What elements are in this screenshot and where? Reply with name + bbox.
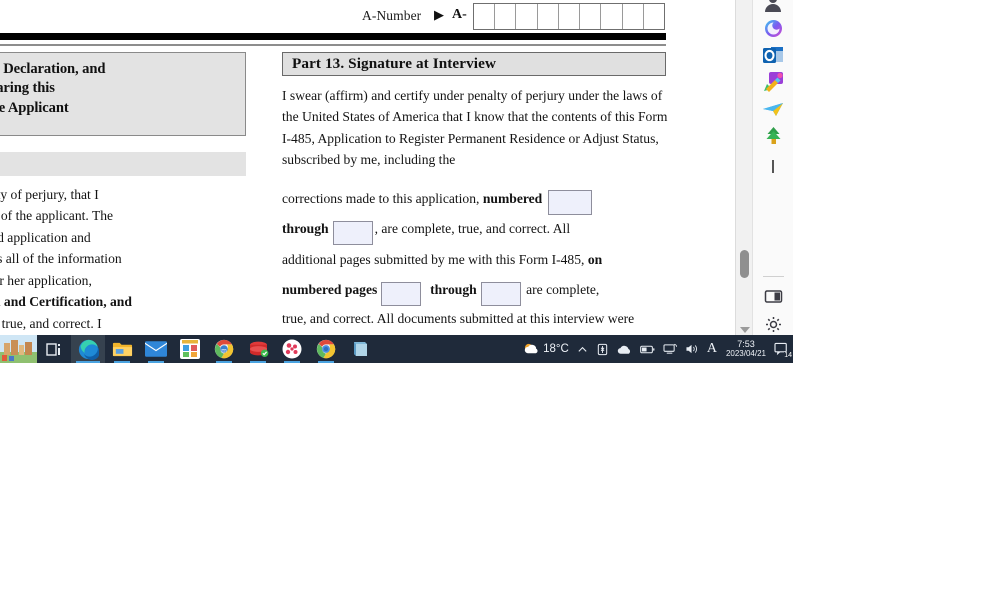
mail-icon[interactable] <box>139 335 173 363</box>
molecule-icon[interactable] <box>275 335 309 363</box>
a-number-cell[interactable] <box>644 4 664 29</box>
field-pages-to[interactable] <box>480 281 521 306</box>
gear-icon[interactable] <box>760 311 787 338</box>
a-number-cell[interactable] <box>516 4 538 29</box>
temperature-text: 18°C <box>543 343 569 355</box>
seg-are-complete: are complete, <box>526 281 600 297</box>
tree-icon[interactable] <box>760 123 787 150</box>
clock-widget[interactable]: 7:53 2023/04/21 <box>721 335 771 363</box>
chrome-m-icon[interactable]: m <box>207 335 241 363</box>
left-subheading: cation <box>0 152 246 176</box>
notification-count: 14 <box>784 352 792 359</box>
a-number-cell[interactable] <box>601 4 623 29</box>
taskbar-apps: m <box>0 335 377 363</box>
windows-taskbar: m 18°C A 7:53 2023/04/21 14 <box>0 335 793 363</box>
right-column: Part 13. Signature at Interview I swear … <box>282 52 670 335</box>
show-hidden-icons-chevron[interactable] <box>573 335 592 363</box>
edge-sidebar <box>752 0 793 335</box>
seg-additional: additional pages submitted by me with th… <box>282 251 588 267</box>
browser-window: A-Number ▶ A- Information, Declaration, … <box>0 0 793 363</box>
red-db-icon[interactable] <box>241 335 275 363</box>
pdf-document-viewport[interactable]: A-Number ▶ A- Information, Declaration, … <box>0 0 735 335</box>
photo-thumbnail[interactable] <box>0 335 37 363</box>
part-13-title: Part 13. Signature at Interview <box>292 55 497 72</box>
left-body-line: nitted with, his or her application, <box>0 272 92 288</box>
store-icon[interactable] <box>173 335 207 363</box>
paper-plane-icon[interactable] <box>760 96 787 123</box>
seg-through-2: through <box>430 281 477 297</box>
triangle-icon: ▶ <box>434 7 444 22</box>
left-heading-line-3: ther Than the Applicant <box>0 99 69 116</box>
system-tray: 18°C A 7:53 2023/04/21 14 <box>519 335 793 363</box>
left-body-line-bold: nt's Declaration and Certification, and <box>0 294 132 310</box>
a-number-label: A-Number <box>362 8 422 23</box>
page-vertical-scrollbar[interactable] <box>735 0 753 335</box>
part-13-paragraph-2: true, and correct. All documents submitt… <box>282 311 635 335</box>
weather-widget[interactable]: 18°C <box>519 335 573 363</box>
numbered-pages-sentence: corrections made to this application, nu… <box>282 188 668 216</box>
field-pages-from[interactable] <box>381 281 422 306</box>
onedrive-cloud-icon[interactable] <box>613 335 636 363</box>
left-body-line: tify, under penalty of perjury, that I <box>0 187 99 202</box>
left-body-line: ed this completed application and <box>0 229 91 245</box>
task-view-icon[interactable] <box>37 335 71 363</box>
seg-corrections: corrections made to this application, <box>282 191 483 207</box>
left-part-heading: Information, Declaration, and Person Pre… <box>0 52 246 136</box>
svg-text:m: m <box>221 347 227 354</box>
numbered-pages-range: numbered pages through are complete, <box>282 279 668 306</box>
language-indicator[interactable]: A <box>703 335 721 363</box>
seg-numbered-pages: numbered pages <box>282 281 378 297</box>
a-number-input[interactable] <box>473 3 665 30</box>
a-number-prefix: A- <box>452 7 467 22</box>
left-body-line: r she understands all of the information <box>0 251 122 267</box>
network-icon[interactable] <box>659 335 681 363</box>
edge-icon[interactable] <box>71 335 105 363</box>
text-cursor-icon[interactable] <box>772 160 774 173</box>
pdf-page: A-Number ▶ A- Information, Declaration, … <box>0 0 670 335</box>
file-explorer-icon[interactable] <box>105 335 139 363</box>
a-number-cell[interactable] <box>474 4 496 29</box>
a-number-cell[interactable] <box>538 4 559 29</box>
seg-complete-1: , are complete, true, and correct. All <box>374 221 571 237</box>
outlook-icon[interactable] <box>760 42 787 69</box>
sidebar-divider <box>763 276 784 277</box>
a-number-cell[interactable] <box>580 4 602 29</box>
field-numbered-from[interactable] <box>548 190 593 216</box>
header-thin-rule <box>0 44 666 46</box>
header-black-bar <box>0 33 666 40</box>
volume-icon[interactable] <box>681 335 703 363</box>
left-heading-line-1: Information, Declaration, and <box>0 61 106 77</box>
copilot-icon[interactable] <box>760 15 787 42</box>
seg-through-1: through <box>282 221 329 237</box>
clock-date: 2023/04/21 <box>725 348 766 358</box>
seg-on: on <box>587 251 603 267</box>
scrollbar-thumb[interactable] <box>740 250 749 278</box>
chrome-icon[interactable] <box>309 335 343 363</box>
a-number-cell[interactable] <box>559 4 581 29</box>
a-number-cell[interactable] <box>495 4 517 29</box>
a-number-cell[interactable] <box>623 4 644 29</box>
left-body-line: on at the request of the applicant. The <box>0 208 114 224</box>
additional-pages-sentence: additional pages submitted by me with th… <box>282 249 668 270</box>
battery-icon[interactable] <box>636 335 659 363</box>
language-text: A <box>706 341 717 356</box>
field-numbered-to[interactable] <box>332 221 373 246</box>
left-subheading-text: cation <box>0 152 246 172</box>
notebook-icon[interactable] <box>343 335 377 363</box>
designer-icon[interactable] <box>760 69 787 96</box>
scroll-down-arrow-icon[interactable] <box>740 327 750 333</box>
split-screen-icon[interactable] <box>760 283 787 310</box>
through-sentence: through , are complete, true, and correct… <box>282 218 668 246</box>
seg-numbered: numbered <box>482 191 543 207</box>
part-13-paragraph-1: I swear (affirm) and certify under penal… <box>282 88 668 167</box>
part-13-header: Part 13. Signature at Interview <box>282 52 666 76</box>
notification-center-button[interactable]: 14 <box>771 335 793 363</box>
left-heading-line-2: Person Preparing this <box>0 80 55 97</box>
bluetooth-device-icon[interactable] <box>592 335 613 363</box>
left-body-text: tify, under penalty of perjury, that I o… <box>0 184 248 335</box>
a-number-row: A-Number ▶ A- <box>0 2 670 30</box>
left-body-line: tion is complete, true, and correct. I <box>0 315 102 331</box>
